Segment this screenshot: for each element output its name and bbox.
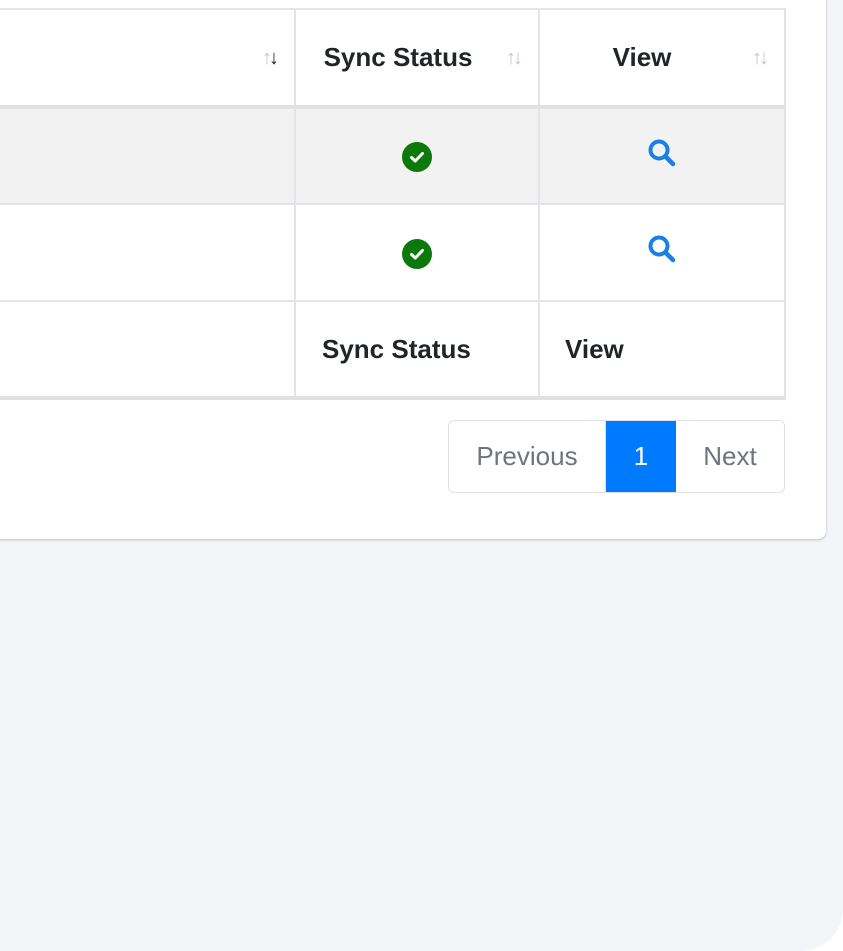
- search-icon[interactable]: [646, 137, 678, 176]
- view-cell: [538, 106, 786, 205]
- sort-descending-icon[interactable]: ↑↓: [262, 48, 279, 68]
- check-circle-icon: [402, 142, 432, 173]
- table-row: [0, 106, 786, 205]
- column-header-label: Sync Status: [323, 42, 473, 72]
- table-cell: [0, 203, 296, 302]
- column-header-label: View: [612, 42, 672, 72]
- table-row: [0, 203, 786, 302]
- page-1-button[interactable]: 1: [606, 421, 676, 492]
- column-header-view[interactable]: View ↑↓: [538, 8, 786, 109]
- footer-cell: [0, 300, 296, 400]
- column-header-sync-status[interactable]: Sync Status ↑↓: [294, 8, 540, 109]
- table-cell: [0, 106, 296, 205]
- pagination: Previous 1 Next: [448, 420, 785, 493]
- sync-status-cell: [294, 106, 540, 205]
- check-circle-icon: [402, 238, 432, 269]
- view-cell: [538, 203, 786, 302]
- sort-icon[interactable]: ↑↓: [506, 48, 523, 68]
- table-header-row: ↑↓ Sync Status ↑↓ View ↑↓: [0, 8, 786, 109]
- column-header-hidden[interactable]: ↑↓: [0, 8, 296, 109]
- data-table: ↑↓ Sync Status ↑↓ View ↑↓ Sync Status Vi…: [0, 8, 786, 400]
- search-icon[interactable]: [646, 233, 678, 272]
- table-footer-row: Sync Status View: [0, 300, 786, 400]
- footer-view: View: [538, 300, 786, 400]
- sync-status-cell: [294, 203, 540, 302]
- page-background: ↑↓ Sync Status ↑↓ View ↑↓ Sync Status Vi…: [0, 0, 843, 951]
- footer-sync-status: Sync Status: [294, 300, 540, 400]
- sort-icon[interactable]: ↑↓: [752, 48, 769, 68]
- next-page-button[interactable]: Next: [676, 421, 784, 492]
- previous-page-button[interactable]: Previous: [449, 421, 606, 492]
